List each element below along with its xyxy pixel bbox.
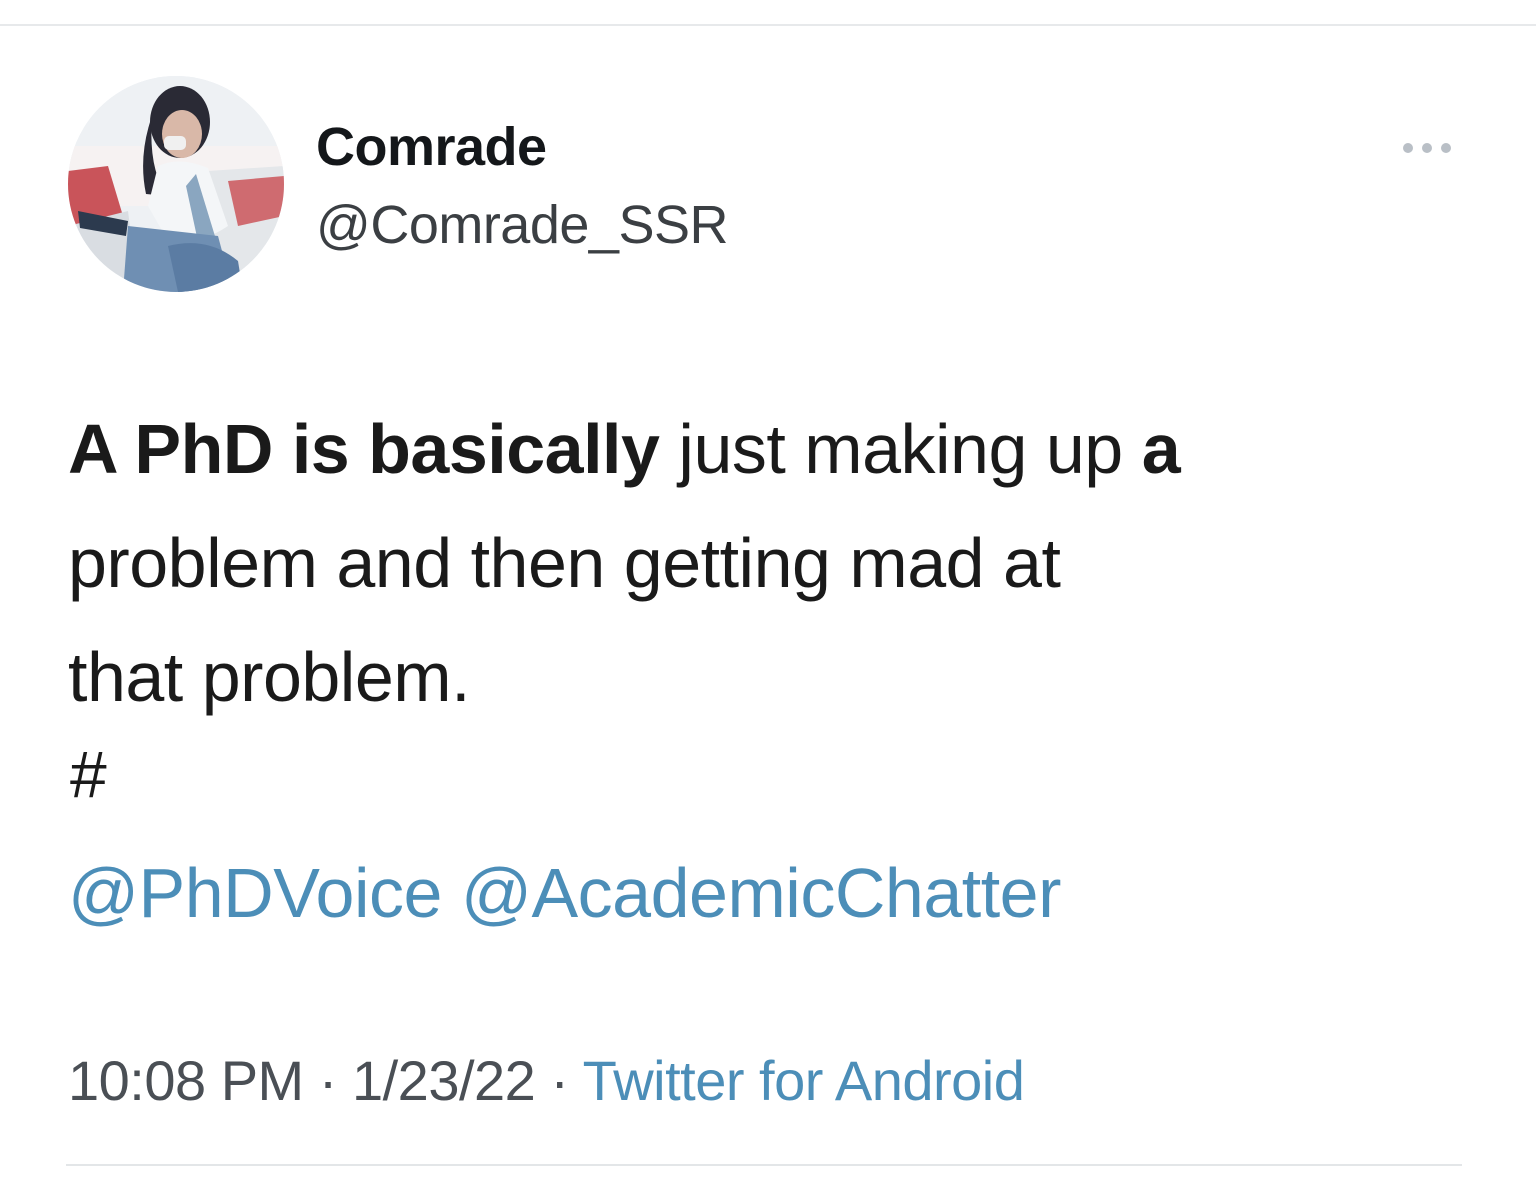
user-handle[interactable]: @Comrade_SSR	[316, 194, 728, 256]
tweet-line-1: A PhD is basically just making up a	[68, 392, 1488, 506]
meta-separator: ·	[535, 1049, 583, 1112]
bottom-divider	[66, 1164, 1462, 1166]
tweet-line-2: problem and then getting mad at	[68, 524, 1061, 602]
more-horizontal-icon	[1403, 143, 1451, 153]
top-divider	[0, 24, 1536, 26]
tweet-text-segment: just making up	[659, 410, 1142, 488]
tweet-date[interactable]: 1/23/22	[352, 1049, 536, 1112]
tweet-bold-article: a	[1141, 410, 1181, 488]
more-options-button[interactable]	[1392, 128, 1462, 164]
clipped-text-above	[0, 0, 1536, 8]
tweet-page: Comrade @Comrade_SSR A PhD is basically …	[0, 0, 1536, 1192]
hashtag-symbol: #	[70, 737, 107, 811]
avatar-photo	[68, 76, 284, 292]
avatar[interactable]	[68, 76, 284, 292]
display-name[interactable]: Comrade	[316, 116, 547, 178]
mention-link[interactable]: @PhDVoice	[68, 854, 442, 932]
tweet-line-3: that problem.	[68, 638, 471, 716]
tweet-time[interactable]: 10:08 PM	[68, 1049, 304, 1112]
mention-link[interactable]: @AcademicChatter	[461, 854, 1061, 932]
mentions-line: @PhDVoice @AcademicChatter	[68, 848, 1061, 938]
tweet-bold-phrase: A PhD is basically	[68, 410, 660, 488]
tweet-metadata: 10:08 PM · 1/23/22 · Twitter for Android	[68, 1048, 1025, 1114]
tweet-text: A PhD is basically just making up a prob…	[68, 392, 1488, 734]
tweet-source-link[interactable]: Twitter for Android	[583, 1049, 1025, 1112]
meta-separator: ·	[303, 1049, 352, 1112]
